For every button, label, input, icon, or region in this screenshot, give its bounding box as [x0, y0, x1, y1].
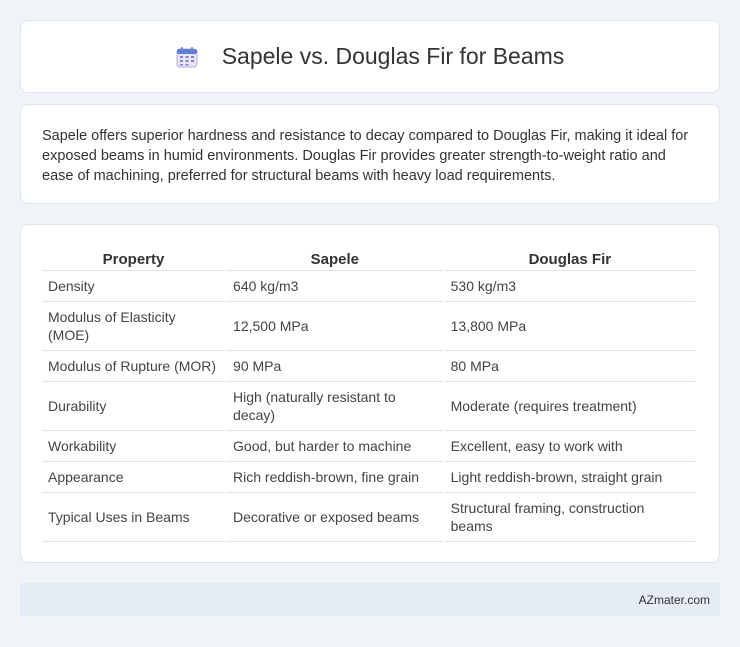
table-row: Modulus of Rupture (MOR) 90 MPa 80 MPa — [42, 351, 695, 382]
cell-sapele: 640 kg/m3 — [227, 271, 443, 302]
header-douglas-fir: Douglas Fir — [444, 243, 695, 271]
cell-douglas-fir: Structural framing, construction beams — [444, 493, 695, 542]
cell-douglas-fir: Moderate (requires treatment) — [444, 382, 695, 431]
table-row: Density 640 kg/m3 530 kg/m3 — [42, 271, 695, 302]
cell-sapele: Rich reddish-brown, fine grain — [227, 462, 443, 493]
cell-sapele: High (naturally resistant to decay) — [227, 382, 443, 431]
cell-sapele: Decorative or exposed beams — [227, 493, 443, 542]
cell-sapele: Good, but harder to machine — [227, 431, 443, 462]
cell-douglas-fir: Excellent, easy to work with — [444, 431, 695, 462]
footer: AZmater.com — [20, 583, 720, 616]
cell-property: Typical Uses in Beams — [42, 493, 226, 542]
cell-property: Modulus of Elasticity (MOE) — [42, 302, 226, 351]
cell-property: Workability — [42, 431, 226, 462]
cell-property: Density — [42, 271, 226, 302]
cell-sapele: 90 MPa — [227, 351, 443, 382]
cell-douglas-fir: 13,800 MPa — [444, 302, 695, 351]
cell-douglas-fir: 530 kg/m3 — [444, 271, 695, 302]
summary-card: Sapele offers superior hardness and resi… — [20, 104, 720, 204]
cell-sapele: 12,500 MPa — [227, 302, 443, 351]
table-header-row: Property Sapele Douglas Fir — [42, 243, 695, 271]
cell-property: Modulus of Rupture (MOR) — [42, 351, 226, 382]
table-row: Workability Good, but harder to machine … — [42, 431, 695, 462]
summary-text: Sapele offers superior hardness and resi… — [42, 128, 689, 184]
table-row: Typical Uses in Beams Decorative or expo… — [42, 493, 695, 542]
title-card: Sapele vs. Douglas Fir for Beams — [20, 20, 720, 93]
footer-brand[interactable]: AZmater.com — [639, 593, 710, 607]
table-card: Property Sapele Douglas Fir Density 640 … — [20, 224, 720, 563]
page-title: Sapele vs. Douglas Fir for Beams — [221, 43, 565, 69]
header-property: Property — [42, 243, 226, 271]
table-row: Durability High (naturally resistant to … — [42, 382, 695, 431]
table-row: Appearance Rich reddish-brown, fine grai… — [42, 462, 695, 493]
cell-douglas-fir: 80 MPa — [444, 351, 695, 382]
comparison-table: Property Sapele Douglas Fir Density 640 … — [40, 243, 697, 542]
header-sapele: Sapele — [227, 243, 443, 271]
calendar-icon — [176, 46, 198, 68]
cell-douglas-fir: Light reddish-brown, straight grain — [444, 462, 695, 493]
cell-property: Appearance — [42, 462, 226, 493]
table-row: Modulus of Elasticity (MOE) 12,500 MPa 1… — [42, 302, 695, 351]
cell-property: Durability — [42, 382, 226, 431]
